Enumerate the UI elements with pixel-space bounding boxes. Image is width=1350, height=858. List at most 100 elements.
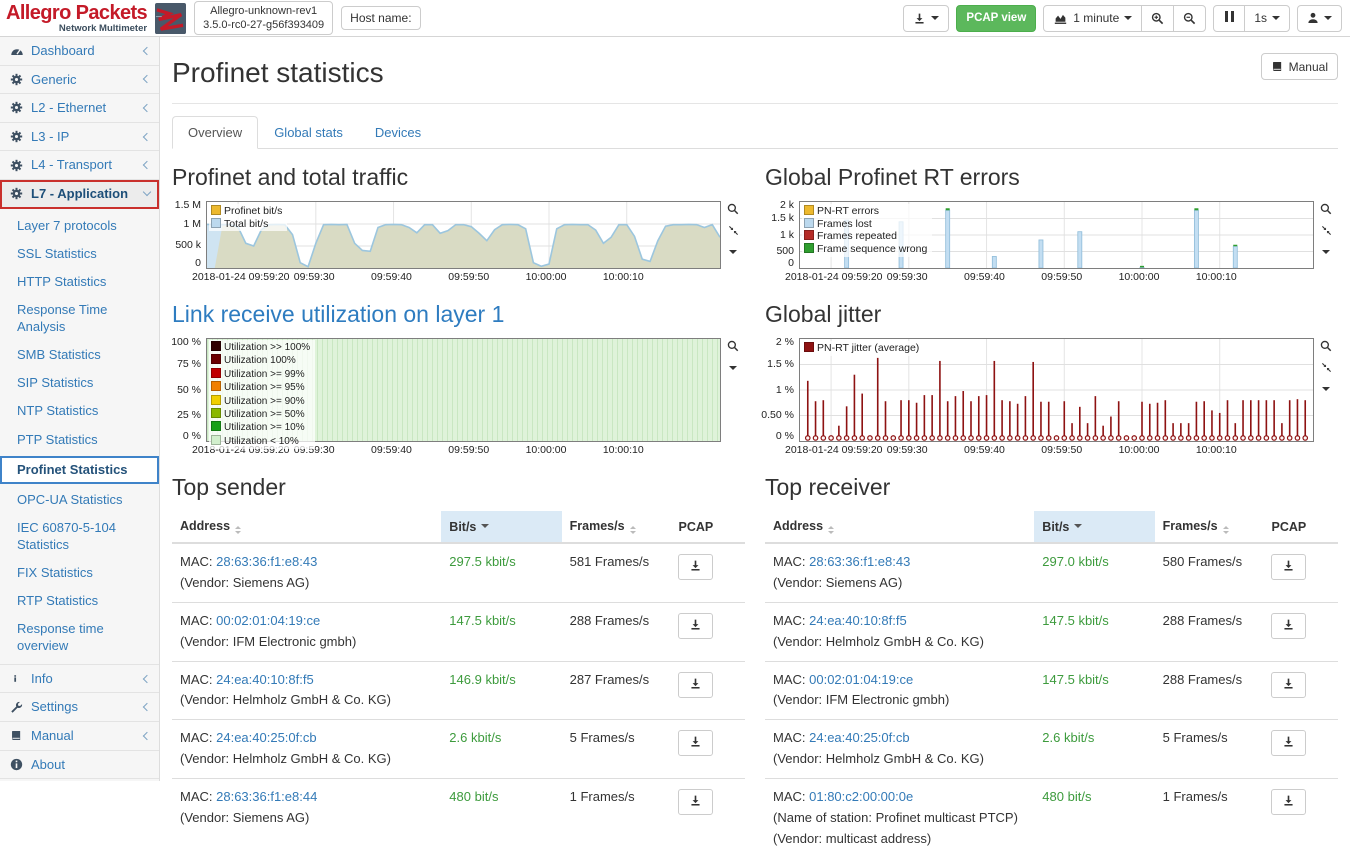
sidebar-item-l7-application[interactable]: L7 - Application <box>0 180 159 209</box>
sidebar-item-response-time-overview[interactable]: Response time overview <box>0 615 159 660</box>
book-icon <box>1271 60 1284 73</box>
menu-caret-icon[interactable] <box>729 362 737 374</box>
y-tick-label: 0 <box>788 257 794 269</box>
sidebar-item-smb-statistics[interactable]: SMB Statistics <box>0 341 159 369</box>
dashboard-icon <box>9 44 24 58</box>
refresh-rate-dropdown[interactable]: 1s <box>1244 5 1290 32</box>
tab-overview[interactable]: Overview <box>172 116 258 149</box>
collapse-icon[interactable] <box>728 225 739 236</box>
zoom-out-button[interactable] <box>1173 5 1206 32</box>
pcap-download-button[interactable] <box>1271 613 1306 639</box>
sidebar-item-manual[interactable]: Manual <box>0 722 159 751</box>
chart-plot-rt-errors[interactable]: PN-RT errorsFrames lostFrames repeatedFr… <box>799 201 1314 269</box>
sidebar-item-info[interactable]: Info <box>0 665 159 694</box>
column-header-bit-s[interactable]: Bit/s <box>1034 511 1154 543</box>
sort-desc-icon <box>481 524 489 532</box>
mac-address-link[interactable]: 00:02:01:04:19:ce <box>216 613 320 628</box>
y-tick-label: 25 % <box>177 409 201 421</box>
sidebar-item-ssl-statistics[interactable]: SSL Statistics <box>0 240 159 268</box>
zoom-icon[interactable] <box>1320 203 1332 215</box>
mac-address-link[interactable]: 24:ea:40:25:0f:cb <box>809 730 909 745</box>
sidebar-item-l2-ethernet[interactable]: L2 - Ethernet <box>0 94 159 123</box>
top-sender-table: AddressBit/sFrames/sPCAPMAC: 28:63:36:f1… <box>172 511 745 837</box>
sidebar-item-l4-transport[interactable]: L4 - Transport <box>0 151 159 180</box>
zoom-icon[interactable] <box>1320 340 1332 352</box>
pause-button[interactable] <box>1213 5 1245 32</box>
y-tick-label: 100 % <box>171 336 201 348</box>
mac-address-link[interactable]: 28:63:36:f1:e8:43 <box>809 554 910 569</box>
time-range-dropdown[interactable]: 1 minute <box>1043 5 1142 32</box>
export-button[interactable] <box>903 5 949 32</box>
chart-plot-utilization[interactable]: Utilization >> 100%Utilization 100%Utili… <box>206 338 721 442</box>
pcap-download-button[interactable] <box>678 789 713 815</box>
mac-address-link[interactable]: 24:ea:40:25:0f:cb <box>216 730 316 745</box>
menu-caret-icon[interactable] <box>1322 383 1330 395</box>
pcap-view-button[interactable]: PCAP view <box>956 5 1036 32</box>
info-icon <box>9 672 24 685</box>
menu-caret-icon[interactable] <box>1322 246 1330 258</box>
chart-title-utilization[interactable]: Link receive utilization on layer 1 <box>172 301 745 328</box>
sidebar-item-layer-7-protocols[interactable]: Layer 7 protocols <box>0 212 159 240</box>
table-row: MAC: 28:63:36:f1:e8:43(Vendor: Siemens A… <box>172 543 745 602</box>
pcap-download-button[interactable] <box>678 554 713 580</box>
sidebar-item-iec-60870-5-104-statistics[interactable]: IEC 60870-5-104 Statistics <box>0 514 159 559</box>
zoom-in-button[interactable] <box>1141 5 1174 32</box>
sidebar-item-ptp-statistics[interactable]: PTP Statistics <box>0 426 159 454</box>
sidebar-item-settings[interactable]: Settings <box>0 693 159 722</box>
sidebar-item-l3-ip[interactable]: L3 - IP <box>0 123 159 152</box>
address-cell: MAC: 00:02:01:04:19:ce(Vendor: IFM Elect… <box>765 661 1034 720</box>
x-tick-label: 09:59:50 <box>448 444 489 456</box>
sidebar-item-fix-statistics[interactable]: FIX Statistics <box>0 559 159 587</box>
column-header-frames-s[interactable]: Frames/s <box>562 511 671 543</box>
pcap-download-button[interactable] <box>1271 554 1306 580</box>
table-title-sender: Top sender <box>172 474 745 501</box>
pcap-download-button[interactable] <box>1271 730 1306 756</box>
mac-address-link[interactable]: 00:02:01:04:19:ce <box>809 672 913 687</box>
manual-button[interactable]: Manual <box>1261 53 1338 80</box>
mac-address-link[interactable]: 24:ea:40:10:8f:f5 <box>216 672 314 687</box>
pcap-cell <box>1263 720 1338 779</box>
bits-cell: 2.6 kbit/s <box>1034 720 1154 779</box>
collapse-icon[interactable] <box>1321 362 1332 373</box>
brand-logo[interactable]: Allegro Packets Network Multimeter <box>6 3 147 34</box>
mac-address-link[interactable]: 28:63:36:f1:e8:44 <box>216 789 317 804</box>
column-header-bit-s[interactable]: Bit/s <box>441 511 561 543</box>
chart-title-jitter: Global jitter <box>765 301 1338 328</box>
pcap-cell <box>670 602 745 661</box>
sidebar-item-about[interactable]: About <box>0 751 159 780</box>
sidebar-item-rtp-statistics[interactable]: RTP Statistics <box>0 587 159 615</box>
user-menu-button[interactable] <box>1297 5 1342 32</box>
pcap-download-button[interactable] <box>1271 672 1306 698</box>
section-jitter: Global jitter0 %0.50 %1 %1.5 %2 %PN-RT j… <box>765 286 1338 459</box>
sidebar-item-profinet-statistics[interactable]: Profinet Statistics <box>0 456 159 484</box>
pcap-download-button[interactable] <box>678 672 713 698</box>
sidebar-item-opc-ua-statistics[interactable]: OPC-UA Statistics <box>0 486 159 514</box>
column-header-frames-s[interactable]: Frames/s <box>1155 511 1264 543</box>
pcap-cell <box>670 779 745 837</box>
caret-down-icon <box>1124 16 1132 24</box>
sidebar-item-ntp-statistics[interactable]: NTP Statistics <box>0 397 159 425</box>
zoom-icon[interactable] <box>727 203 739 215</box>
sidebar-item-sip-statistics[interactable]: SIP Statistics <box>0 369 159 397</box>
sidebar-item-http-statistics[interactable]: HTTP Statistics <box>0 268 159 296</box>
zoom-icon[interactable] <box>727 340 739 352</box>
collapse-icon[interactable] <box>1321 225 1332 236</box>
column-header-address[interactable]: Address <box>765 511 1034 543</box>
mac-address-link[interactable]: 01:80:c2:00:00:0e <box>809 789 913 804</box>
tab-global-stats[interactable]: Global stats <box>258 116 359 149</box>
tab-devices[interactable]: Devices <box>359 116 437 149</box>
sidebar-item-response-time-analysis[interactable]: Response Time Analysis <box>0 296 159 341</box>
mac-address-link[interactable]: 28:63:36:f1:e8:43 <box>216 554 317 569</box>
sidebar-item-label: L7 - Application <box>31 186 137 202</box>
chart-plot-traffic[interactable]: Profinet bit/sTotal bit/s <box>206 201 721 269</box>
sidebar-item-generic[interactable]: Generic <box>0 66 159 95</box>
pcap-download-button[interactable] <box>1271 789 1306 815</box>
sidebar-item-dashboard[interactable]: Dashboard <box>0 37 159 66</box>
pcap-download-button[interactable] <box>678 613 713 639</box>
chart-plot-jitter[interactable]: PN-RT jitter (average) <box>799 338 1314 442</box>
x-tick-label: 10:00:00 <box>1119 444 1160 456</box>
column-header-address[interactable]: Address <box>172 511 441 543</box>
menu-caret-icon[interactable] <box>729 246 737 258</box>
mac-address-link[interactable]: 24:ea:40:10:8f:f5 <box>809 613 907 628</box>
pcap-download-button[interactable] <box>678 730 713 756</box>
